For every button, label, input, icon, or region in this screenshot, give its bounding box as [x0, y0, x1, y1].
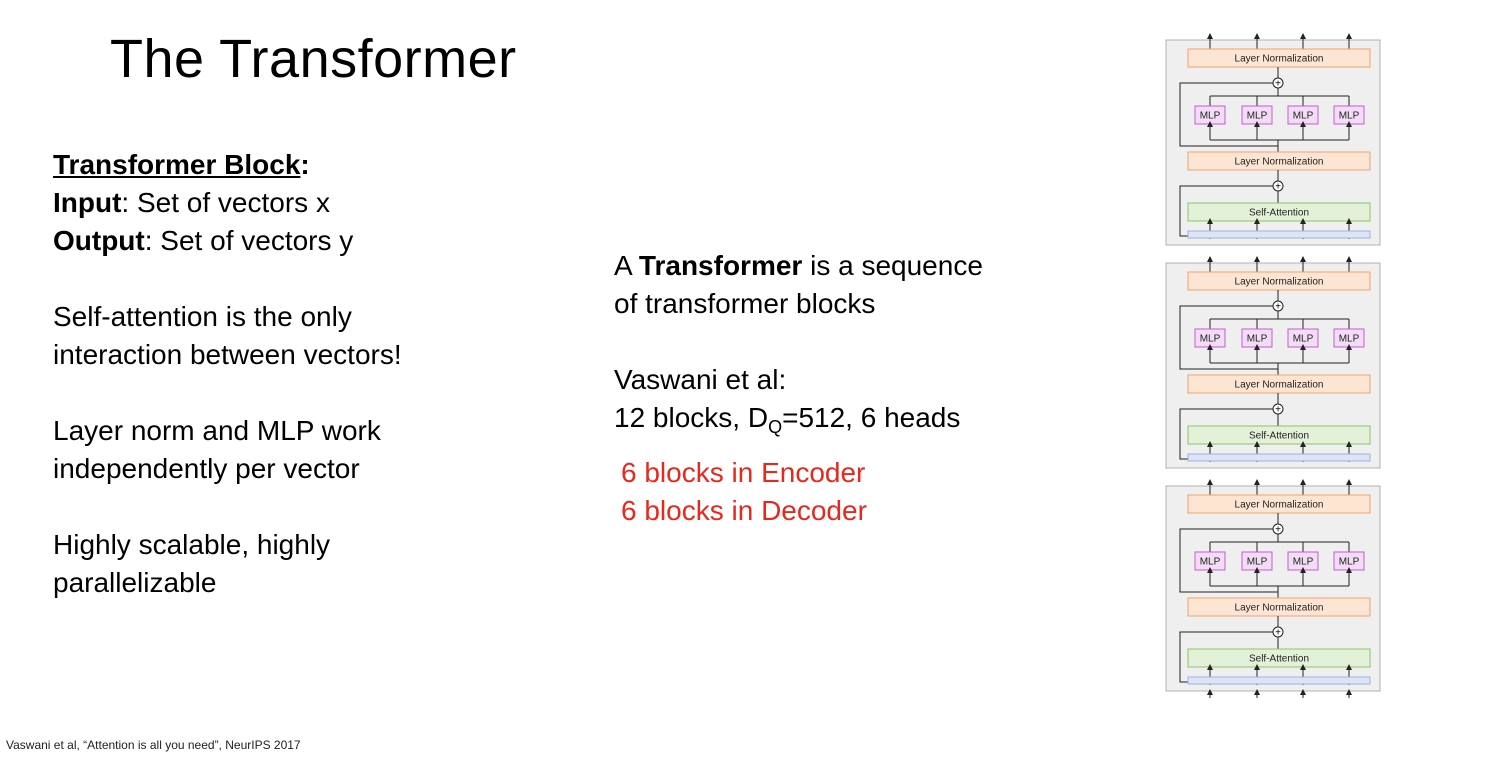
spec-pre: 12 blocks, D	[614, 402, 769, 433]
transformer-def-line2: of transformer blocks	[614, 288, 876, 319]
slide-title: The Transformer	[110, 29, 517, 89]
block-1-mlp-1-label: MLP	[1200, 111, 1221, 122]
block-2-input-bar	[1187, 453, 1371, 462]
transformer-description: A Transformer is a sequence of transform…	[614, 247, 1094, 530]
block-3-mlp-4-label: MLP	[1339, 557, 1360, 568]
block-3-residual-add-bottom-symbol: +	[1275, 628, 1281, 639]
block-3-residual-add-top-symbol: +	[1275, 525, 1281, 536]
block-3-layer-norm-top-label: Layer Normalization	[1235, 500, 1324, 511]
block-1-mlp-2-label: MLP	[1247, 111, 1268, 122]
block-1-residual-add-bottom-symbol: +	[1275, 182, 1281, 193]
self-attention-note-2: interaction between vectors!	[53, 339, 402, 370]
block-1-residual-add-top-symbol: +	[1275, 79, 1281, 90]
block-1-layer-norm-top-label: Layer Normalization	[1235, 54, 1324, 65]
def-pre: A	[614, 250, 639, 281]
output-text: : Set of vectors y	[144, 225, 354, 256]
decoder-note: 6 blocks in Decoder	[621, 495, 867, 526]
block-3-layer-norm-mid-label: Layer Normalization	[1235, 603, 1324, 614]
block-1-input-bar	[1187, 230, 1371, 239]
scalable-note-1: Highly scalable, highly	[53, 529, 331, 560]
block-1-mlp-4-label: MLP	[1339, 111, 1360, 122]
block-3-mlp-2-label: MLP	[1247, 557, 1268, 568]
block-heading-colon: :	[300, 149, 310, 180]
def-post: is a sequence	[802, 250, 983, 281]
input-line: Input: Set of vectors x	[53, 184, 573, 222]
block-2-mlp-4-label: MLP	[1339, 334, 1360, 345]
block-2-mlp-2-label: MLP	[1247, 334, 1268, 345]
input-label: Input	[53, 187, 122, 218]
def-bold: Transformer	[638, 250, 803, 281]
block-3-self-attention-label: Self-Attention	[1249, 654, 1309, 665]
citation-footnote: Vaswani et al, “Attention is all you nee…	[6, 738, 301, 752]
transformer-def-line1: A Transformer is a sequence	[614, 247, 1094, 285]
block-3-mlp-3-label: MLP	[1293, 557, 1314, 568]
block-2-layer-norm-top-label: Layer Normalization	[1235, 277, 1324, 288]
output-line: Output: Set of vectors y	[53, 222, 573, 260]
block-3-input-bar	[1187, 676, 1371, 685]
block-2-residual-add-bottom-symbol: +	[1275, 405, 1281, 416]
layer-norm-note-1: Layer norm and MLP work	[53, 415, 381, 446]
input-text: : Set of vectors x	[121, 187, 330, 218]
encoder-note: 6 blocks in Encoder	[621, 457, 866, 488]
transformer-block-description: Transformer Block: Input: Set of vectors…	[53, 146, 573, 602]
block-2-mlp-3-label: MLP	[1293, 334, 1314, 345]
block-2-layer-norm-mid-label: Layer Normalization	[1235, 380, 1324, 391]
layer-norm-note-2: independently per vector	[53, 453, 360, 484]
block-1-mlp-3-label: MLP	[1293, 111, 1314, 122]
block-1-self-attention-label: Self-Attention	[1249, 208, 1309, 219]
block-2-self-attention-label: Self-Attention	[1249, 431, 1309, 442]
self-attention-note-1: Self-attention is the only	[53, 301, 352, 332]
spec-sub: Q	[768, 417, 783, 437]
block-heading-text: Transformer Block	[53, 149, 301, 180]
block-2-residual-add-top-symbol: +	[1275, 302, 1281, 313]
transformer-stack-diagram: Layer Normalization + MLP MLP MLP MLP Layer No…	[1150, 30, 1390, 702]
spec-post: =512, 6 heads	[782, 402, 961, 433]
block-3-mlp-1-label: MLP	[1200, 557, 1221, 568]
output-label: Output	[53, 225, 145, 256]
scalable-note-2: parallelizable	[53, 567, 217, 598]
spec-line: 12 blocks, DQ=512, 6 heads	[614, 399, 1094, 446]
reference-line: Vaswani et al:	[614, 364, 787, 395]
block-heading: Transformer Block:	[53, 146, 573, 184]
block-2-mlp-1-label: MLP	[1200, 334, 1221, 345]
block-1-layer-norm-mid-label: Layer Normalization	[1235, 157, 1324, 168]
